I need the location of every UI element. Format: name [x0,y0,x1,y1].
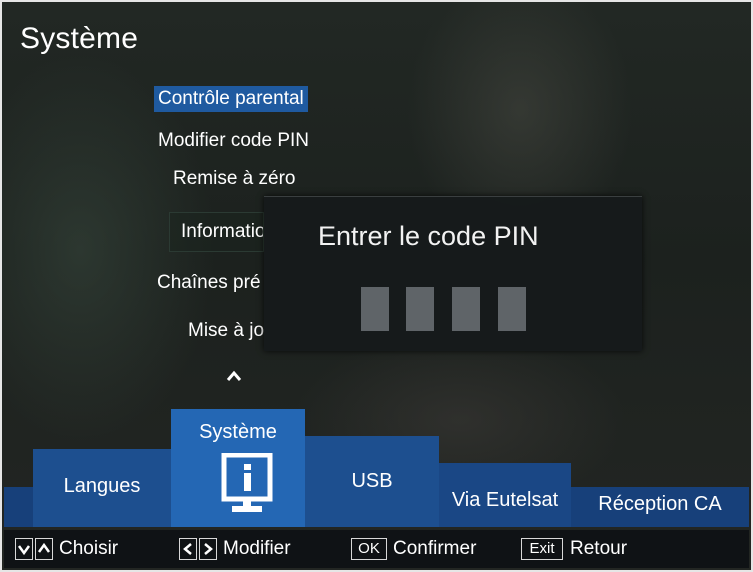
menu-item-parental-control[interactable]: Contrôle parental [154,86,308,112]
chevron-up-icon[interactable] [226,366,242,386]
tab-via-eutelsat[interactable]: Via Eutelsat [439,463,571,527]
exit-key-icon: Exit [521,538,563,560]
up-key-icon [35,538,53,560]
key-hint-bar: Choisir Modifier OK Confirmer Exit Retou… [4,530,749,568]
menu-item-information[interactable]: Informatio [169,212,264,252]
tab-label: Réception CA [598,493,722,515]
tab-label: USB [351,470,393,492]
dialog-title: Entrer le code PIN [318,221,539,251]
tab-languages[interactable]: Langues [33,449,171,527]
pin-dialog: Entrer le code PIN [264,196,642,351]
left-key-icon [179,538,197,560]
pin-digit-3[interactable] [452,287,480,331]
menu-item-reset[interactable]: Remise à zéro [173,166,296,192]
tab-system[interactable]: Système [171,409,305,527]
page-title: Système [20,22,139,55]
menu-item-modify-pin[interactable]: Modifier code PIN [158,128,309,154]
ok-key-icon: OK [351,538,387,560]
menu-item-update[interactable]: Mise à jo [188,318,264,344]
tab-ca-reception[interactable]: Réception CA [571,487,749,527]
info-monitor-icon [218,452,278,515]
tab-label: Système [199,421,277,443]
tab-label: Langues [63,475,141,497]
menu-item-preset-channels[interactable]: Chaînes pré [157,270,264,296]
hint-back-label: Retour [570,538,628,559]
hint-confirm-label: Confirmer [393,538,477,559]
right-key-icon [199,538,217,560]
pin-digit-4[interactable] [498,287,526,331]
pin-digit-1[interactable] [361,287,389,331]
tab-usb[interactable]: USB [305,436,439,527]
hint-choose-label: Choisir [59,538,119,559]
hint-modify-label: Modifier [223,538,291,559]
down-key-icon [15,538,33,560]
tab-label: Via Eutelsat [451,489,559,511]
pin-digit-2[interactable] [406,287,434,331]
